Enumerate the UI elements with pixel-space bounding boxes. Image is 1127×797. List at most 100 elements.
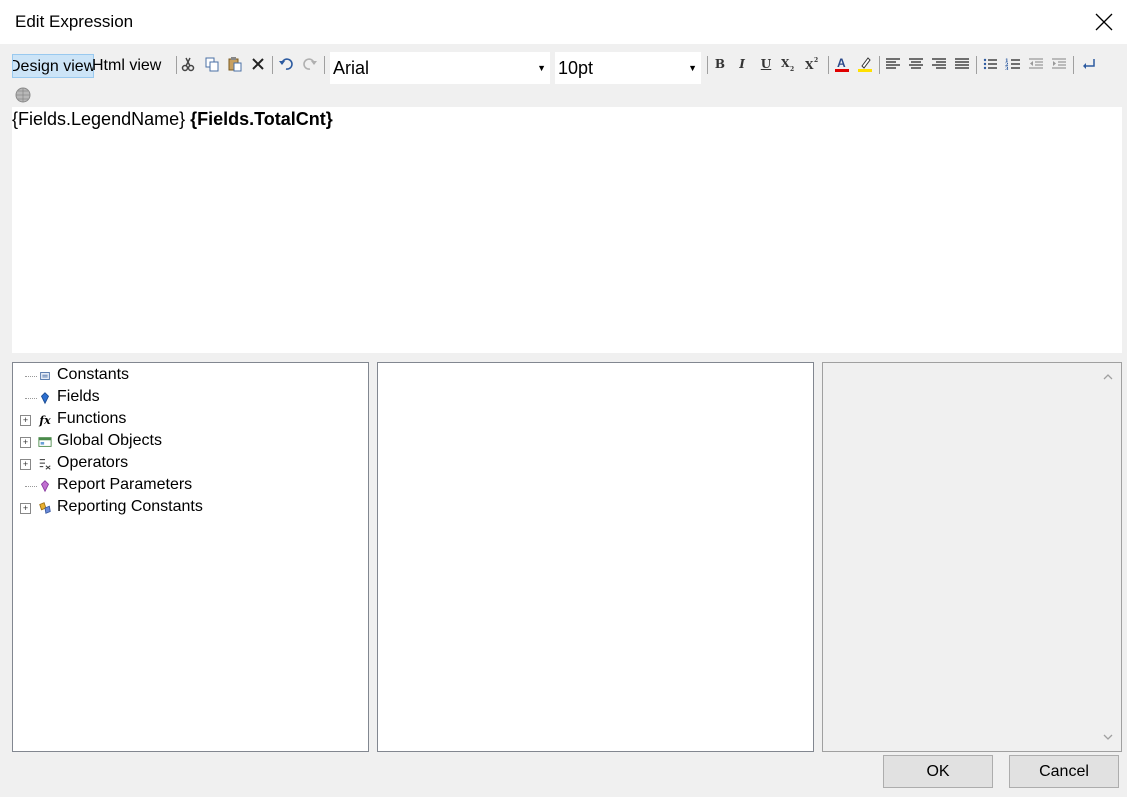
subscript-button[interactable]: X2 [778, 54, 798, 74]
highlight-button[interactable] [855, 54, 875, 74]
expand-icon[interactable]: + [20, 437, 31, 448]
paste-button[interactable] [225, 54, 245, 74]
font-color-icon: A [835, 56, 849, 72]
italic-button[interactable]: I [732, 54, 752, 74]
tree-item-report-parameters[interactable]: Report Parameters [13, 475, 353, 497]
align-center-icon [909, 58, 923, 69]
tree-item-label: Fields [57, 388, 100, 405]
highlight-icon [858, 57, 872, 72]
constants-icon [37, 368, 53, 384]
tab-design-view[interactable]: Design view [12, 54, 94, 78]
chevron-down-icon[interactable]: ▼ [688, 52, 697, 84]
operators-icon [37, 456, 53, 472]
superscript-button[interactable]: X2 [802, 54, 822, 74]
align-left-button[interactable] [883, 54, 903, 74]
toolbar-separator [976, 56, 977, 74]
svg-text:X: X [781, 57, 790, 70]
underline-button[interactable]: U [756, 54, 776, 74]
undo-button[interactable] [276, 54, 296, 74]
ok-button[interactable]: OK [883, 755, 993, 788]
align-right-icon [932, 58, 946, 69]
expression-line: {Fields.LegendName} {Fields.TotalCnt} [12, 109, 333, 130]
cancel-button[interactable]: Cancel [1009, 755, 1119, 788]
tree-item-global-objects[interactable]: + Global Objects [13, 431, 353, 453]
tree-item-label: Report Parameters [57, 476, 193, 493]
font-size-combo[interactable]: 10pt ▼ [555, 52, 701, 84]
expression-segment-total-cnt: {Fields.TotalCnt} [190, 109, 333, 129]
report-parameters-icon [37, 478, 53, 494]
toolbar-separator [879, 56, 880, 74]
tab-html-view[interactable]: Html view [92, 54, 174, 76]
expand-icon[interactable]: + [20, 503, 31, 514]
toolbar-separator [176, 56, 177, 74]
tree-item-label: Reporting Constants [57, 498, 203, 515]
tree-item-reporting-constants[interactable]: + Reporting Constants [13, 497, 353, 519]
title-bar: Edit Expression [0, 0, 1127, 44]
toolbar-separator [828, 56, 829, 74]
superscript-icon: X2 [805, 57, 818, 72]
svg-text:A: A [837, 56, 846, 70]
font-size-value: 10pt [558, 58, 594, 78]
font-color-button[interactable]: A [832, 54, 852, 74]
numbered-list-button[interactable]: 123 [1003, 54, 1023, 74]
window-title: Edit Expression [15, 12, 134, 31]
bullet-list-icon [983, 58, 997, 70]
category-tree-panel[interactable]: Constants Fields + fx Functions + Global… [12, 362, 369, 752]
align-center-button[interactable] [906, 54, 926, 74]
outdent-icon [1029, 58, 1043, 69]
align-left-icon [886, 58, 900, 69]
toolbar-separator [324, 56, 325, 74]
subscript-icon: X2 [781, 57, 794, 72]
line-break-button[interactable] [1079, 54, 1099, 74]
delete-icon [252, 58, 264, 70]
align-right-button[interactable] [929, 54, 949, 74]
cut-icon [181, 57, 195, 72]
tree-item-label: Functions [57, 410, 127, 427]
vertical-scrollbar[interactable] [1095, 363, 1121, 751]
items-list-panel[interactable] [377, 362, 814, 752]
cut-button[interactable] [178, 54, 198, 74]
svg-text:2: 2 [790, 66, 794, 72]
tree-item-fields[interactable]: Fields [13, 387, 353, 409]
svg-text:X: X [805, 59, 814, 72]
fields-icon [37, 390, 53, 406]
svg-text:3: 3 [1005, 66, 1009, 72]
indent-button[interactable] [1049, 54, 1069, 74]
copy-button[interactable] [202, 54, 222, 74]
toolbar-separator [272, 56, 273, 74]
tree-item-functions[interactable]: + fx Functions [13, 409, 353, 431]
line-break-icon [1083, 59, 1095, 69]
global-objects-icon [37, 434, 53, 450]
copy-icon [205, 57, 219, 72]
chevron-up-icon[interactable] [1100, 369, 1116, 385]
toolbar-separator [707, 56, 708, 74]
expand-icon[interactable]: + [20, 415, 31, 426]
font-name-value: Arial [333, 58, 370, 78]
tree-item-constants[interactable]: Constants [13, 365, 353, 387]
bullet-list-button[interactable] [980, 54, 1000, 74]
tree-item-operators[interactable]: + Operators [13, 453, 353, 475]
font-name-combo[interactable]: Arial ▼ [330, 52, 550, 84]
justify-button[interactable] [952, 54, 972, 74]
delete-button[interactable] [248, 54, 268, 74]
redo-icon [303, 58, 317, 70]
tree-item-label: Constants [57, 366, 130, 383]
formatting-toolbar: Design view Html view Arial ▼ 10pt ▼ B I… [10, 52, 1125, 84]
close-button[interactable] [1081, 0, 1127, 44]
undo-icon [279, 58, 293, 70]
chevron-down-icon[interactable]: ▼ [537, 52, 546, 84]
justify-icon [955, 58, 969, 69]
bold-button[interactable]: B [710, 54, 730, 74]
indent-icon [1052, 58, 1066, 69]
paste-icon [228, 57, 242, 72]
tree-item-label: Global Objects [57, 432, 162, 449]
close-icon [1095, 13, 1113, 31]
tree-item-label: Operators [57, 454, 129, 471]
globe-icon[interactable] [14, 86, 32, 104]
expand-icon[interactable]: + [20, 459, 31, 470]
reporting-constants-icon [37, 500, 53, 516]
chevron-down-icon[interactable] [1100, 729, 1116, 745]
redo-button[interactable] [300, 54, 320, 74]
expression-editor[interactable]: {Fields.LegendName} {Fields.TotalCnt} [12, 107, 1122, 353]
outdent-button[interactable] [1026, 54, 1046, 74]
